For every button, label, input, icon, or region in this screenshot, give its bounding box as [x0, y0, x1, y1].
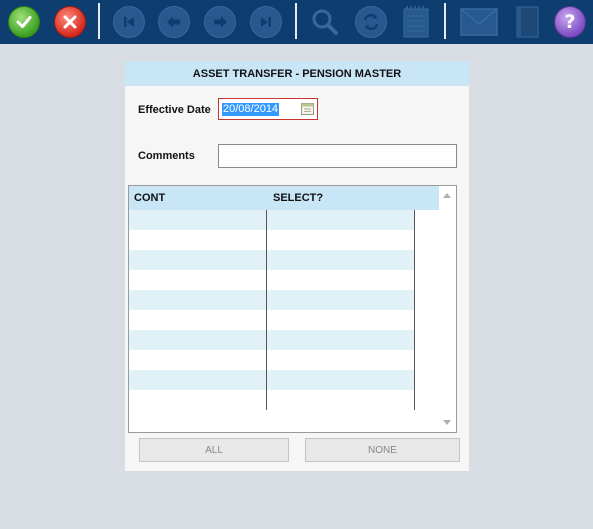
last-record-button[interactable]: [249, 5, 283, 39]
column-divider: [266, 210, 267, 410]
scroll-up-icon[interactable]: [443, 193, 451, 198]
grid-header: CONT SELECT?: [129, 186, 439, 210]
table-row[interactable]: [129, 390, 414, 410]
column-divider: [414, 210, 415, 410]
grid-body: [129, 210, 414, 410]
cancel-button[interactable]: [53, 5, 87, 39]
toolbar-separator: [444, 3, 446, 39]
next-record-button[interactable]: [203, 5, 237, 39]
refresh-button[interactable]: [354, 5, 388, 39]
comments-label: Comments: [138, 150, 195, 162]
mail-button[interactable]: [458, 5, 500, 39]
column-header-cont[interactable]: CONT: [134, 186, 165, 210]
table-row[interactable]: [129, 370, 414, 390]
search-button[interactable]: [308, 5, 342, 39]
table-row[interactable]: [129, 230, 414, 250]
close-icon: [54, 6, 86, 38]
notepad-icon: [403, 6, 429, 38]
select-all-button[interactable]: ALL: [139, 438, 289, 462]
book-button[interactable]: [510, 5, 544, 39]
magnifier-icon: [312, 9, 338, 35]
asset-transfer-dialog: ASSET TRANSFER - PENSION MASTER Effectiv…: [125, 61, 469, 471]
arrow-left-icon: [158, 6, 190, 38]
last-icon: [250, 6, 282, 38]
select-none-button[interactable]: NONE: [305, 438, 460, 462]
help-button[interactable]: ?: [553, 5, 587, 39]
table-row[interactable]: [129, 310, 414, 330]
table-row[interactable]: [129, 210, 414, 230]
table-row[interactable]: [129, 270, 414, 290]
first-record-button[interactable]: [112, 5, 146, 39]
notepad-button[interactable]: [399, 5, 433, 39]
previous-record-button[interactable]: [157, 5, 191, 39]
refresh-icon: [355, 6, 387, 38]
toolbar-separator: [98, 3, 100, 39]
contribution-grid[interactable]: CONT SELECT?: [128, 185, 457, 433]
checkmark-icon: [8, 6, 40, 38]
toolbar: ?: [0, 0, 593, 44]
table-row[interactable]: [129, 330, 414, 350]
column-header-select[interactable]: SELECT?: [273, 186, 323, 210]
arrow-right-icon: [204, 6, 236, 38]
ok-button[interactable]: [7, 5, 41, 39]
first-icon: [113, 6, 145, 38]
comments-field[interactable]: [218, 144, 457, 168]
envelope-icon: [460, 8, 498, 36]
book-icon: [516, 6, 539, 38]
toolbar-separator: [295, 3, 297, 39]
scroll-down-icon[interactable]: [443, 420, 451, 425]
table-row[interactable]: [129, 290, 414, 310]
table-row[interactable]: [129, 350, 414, 370]
vertical-scrollbar[interactable]: [439, 186, 456, 432]
question-icon: ?: [554, 6, 586, 38]
calendar-icon[interactable]: [301, 103, 314, 115]
effective-date-value: 20/08/2014: [222, 103, 280, 116]
effective-date-label: Effective Date: [138, 104, 211, 116]
table-row[interactable]: [129, 250, 414, 270]
effective-date-field[interactable]: 20/08/2014: [218, 98, 318, 120]
dialog-title: ASSET TRANSFER - PENSION MASTER: [125, 61, 469, 86]
